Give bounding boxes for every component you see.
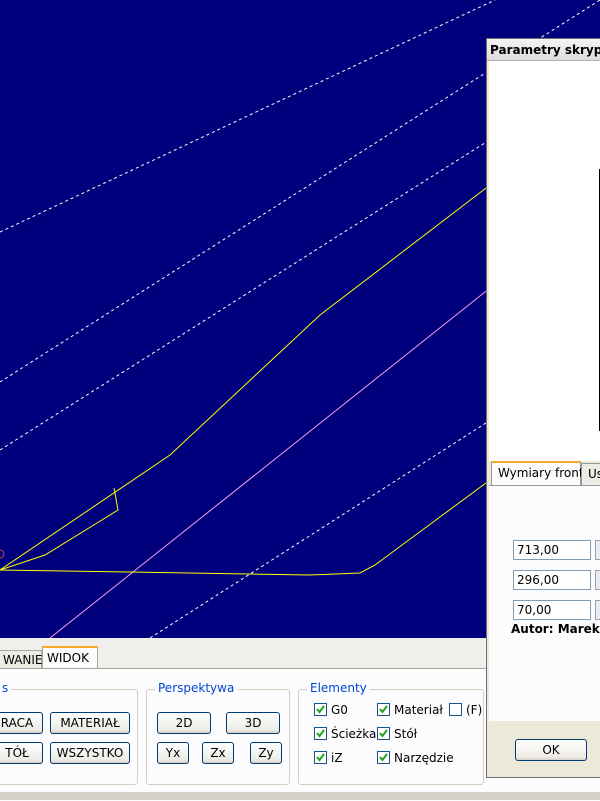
checkbox-label: Ścieżka: [331, 727, 377, 741]
group-view-buttons: s RACA MATERIAŁ TÓŁ WSZYSTKO: [0, 681, 138, 785]
checkbox-box[interactable]: [314, 703, 327, 716]
group-perspective: Perspektywa 2D 3D Yx Zx Zy: [146, 681, 290, 785]
checkbox-box[interactable]: [314, 727, 327, 740]
checkbox-g0[interactable]: G0: [314, 703, 348, 717]
checkbox-stol[interactable]: Stół: [377, 727, 417, 741]
checkbox-label: G0: [331, 703, 348, 717]
checkbox-narzedzie[interactable]: Narzędzie: [377, 751, 454, 765]
height-input[interactable]: [513, 570, 591, 590]
depth-spinner[interactable]: [595, 600, 600, 620]
tool-origin-marker: [0, 549, 5, 559]
group-title: Elementy: [307, 681, 370, 695]
depth-input[interactable]: [513, 600, 591, 620]
checkbox-box[interactable]: [377, 727, 390, 740]
status-strip: [0, 792, 600, 800]
view-3d-button[interactable]: 3D: [226, 712, 280, 734]
ok-button[interactable]: OK: [515, 739, 587, 761]
checkbox-label: Narzędzie: [394, 751, 454, 765]
praca-button[interactable]: RACA: [0, 712, 43, 734]
stol-button[interactable]: TÓŁ: [0, 742, 43, 764]
checkbox-box[interactable]: [449, 703, 462, 716]
width-input[interactable]: [513, 540, 591, 560]
tab-widok[interactable]: WIDOK: [42, 646, 98, 669]
toolpath-line: [0, 184, 491, 571]
view-zx-button[interactable]: Zx: [202, 742, 234, 764]
height-spinner[interactable]: [595, 570, 600, 590]
checkbox-box[interactable]: [314, 751, 327, 764]
material-button[interactable]: MATERIAŁ: [50, 712, 130, 734]
group-elements: Elementy G0 Materiał (F) Ścieżka Stół iZ…: [298, 681, 484, 785]
checkbox-label: iZ: [331, 751, 343, 765]
wszystko-button[interactable]: WSZYSTKO: [50, 742, 130, 764]
tab-wanie[interactable]: WANIE: [0, 650, 43, 668]
toolpath-line: [0, 479, 491, 576]
checkbox-box[interactable]: [377, 751, 390, 764]
width-spinner[interactable]: [595, 540, 600, 560]
view-zy-button[interactable]: Zy: [250, 742, 282, 764]
checkbox-box[interactable]: [377, 703, 390, 716]
tab-settings[interactable]: Ust: [581, 463, 600, 485]
dialog-title[interactable]: Parametry skryptu: [487, 39, 600, 61]
group-title: s: [0, 681, 12, 695]
checkbox-sciezka[interactable]: Ścieżka: [314, 727, 376, 741]
checkbox-label: (F): [466, 703, 483, 717]
dialog-tab-body: Autor: Marek Mi: [489, 485, 600, 721]
script-parameters-dialog: Parametry skryptu Wymiary frontu Ust Aut…: [486, 38, 600, 778]
view-2d-button[interactable]: 2D: [157, 712, 211, 734]
author-label: Autor: Marek Mi: [511, 622, 600, 636]
tab-front-dimensions[interactable]: Wymiary frontu: [491, 461, 591, 486]
front-preview: [489, 61, 600, 461]
checkbox-material[interactable]: Materiał: [377, 703, 443, 717]
checkbox-label: Stół: [394, 727, 418, 741]
guide-line-dashed: [0, 0, 496, 233]
checkbox-label: Materiał: [394, 703, 443, 717]
group-title: Perspektywa: [155, 681, 238, 695]
checkbox-iz[interactable]: iZ: [314, 751, 343, 765]
checkbox-feed[interactable]: (F): [449, 703, 482, 717]
dialog-tabstrip: Wymiary frontu Ust: [489, 461, 600, 486]
view-yx-button[interactable]: Yx: [157, 742, 189, 764]
